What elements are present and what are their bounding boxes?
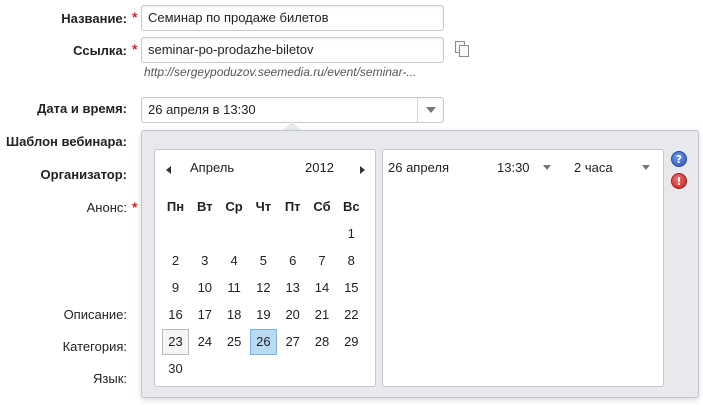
chevron-down-icon[interactable]: [417, 98, 443, 122]
datetime-value: 26 апреля в 13:30: [148, 102, 256, 117]
remove-icon[interactable]: !: [671, 173, 687, 189]
calendar-day[interactable]: 2: [162, 248, 189, 274]
calendar-day[interactable]: 30: [162, 356, 189, 382]
calendar-day[interactable]: 13: [279, 275, 306, 301]
calendar-day[interactable]: 12: [250, 275, 277, 301]
language-label: Язык:: [93, 371, 127, 386]
description-label: Описание:: [63, 307, 127, 322]
organizer-label: Организатор:: [40, 167, 127, 182]
name-label: Название:: [61, 11, 127, 26]
calendar-year: 2012: [305, 160, 334, 175]
calendar-day[interactable]: 7: [309, 248, 336, 274]
weekday-header: Сб: [313, 199, 331, 214]
calendar-day[interactable]: 18: [221, 302, 248, 328]
template-label: Шаблон вебинара:: [6, 134, 127, 149]
weekday-header: Пн: [166, 199, 185, 214]
required-mark: *: [132, 199, 138, 215]
link-label: Ссылка:: [73, 43, 127, 58]
announce-label: Анонс:: [86, 200, 127, 215]
calendar-day[interactable]: 15: [338, 275, 365, 301]
calendar-day[interactable]: 22: [338, 302, 365, 328]
calendar-day[interactable]: 3: [191, 248, 218, 274]
calendar-day[interactable]: 21: [309, 302, 336, 328]
calendar-day[interactable]: 28: [309, 329, 336, 355]
calendar-day[interactable]: 8: [338, 248, 365, 274]
prev-month-icon[interactable]: [166, 166, 171, 174]
calendar-day[interactable]: 27: [279, 329, 306, 355]
calendar-day[interactable]: 26: [249, 329, 277, 355]
required-mark: *: [132, 41, 138, 57]
copy-icon[interactable]: [455, 41, 469, 57]
calendar-day[interactable]: 4: [221, 248, 248, 274]
datetime-select[interactable]: 26 апреля в 13:30: [141, 97, 444, 123]
link-url-hint: http://sergeypoduzov.seemedia.ru/event/s…: [144, 65, 417, 79]
calendar-day[interactable]: 5: [250, 248, 277, 274]
time-entry-panel: 26 апреля 13:30 2 часа: [382, 149, 664, 387]
calendar-day[interactable]: 20: [279, 302, 306, 328]
calendar-day[interactable]: 29: [338, 329, 365, 355]
weekday-header: Пт: [284, 199, 301, 214]
weekday-header: Чт: [255, 199, 272, 214]
calendar-day[interactable]: 1: [338, 221, 365, 247]
calendar-day[interactable]: 11: [221, 275, 248, 301]
weekday-header: Вс: [342, 199, 360, 214]
calendar-day[interactable]: 24: [191, 329, 218, 355]
duration-dropdown-icon[interactable]: [642, 165, 650, 170]
calendar-day[interactable]: 23: [162, 329, 189, 355]
time-entry-duration[interactable]: 2 часа: [574, 160, 613, 175]
help-icon[interactable]: ?: [671, 151, 687, 167]
calendar-day[interactable]: 17: [191, 302, 218, 328]
calendar-day[interactable]: 14: [309, 275, 336, 301]
calendar-day[interactable]: 6: [279, 248, 306, 274]
weekday-header: Ср: [225, 199, 243, 214]
datetime-popup: Апрель 2012 Пн Вт Ср Чт Пт Сб Вс 1 2 3 4 5 6 7 8 9 10 11 1…: [141, 130, 699, 398]
link-field[interactable]: seminar-po-prodazhe-biletov: [141, 37, 444, 63]
time-dropdown-icon[interactable]: [543, 165, 551, 170]
required-mark: *: [132, 9, 138, 25]
name-field[interactable]: Семинар по продаже билетов: [141, 5, 444, 31]
calendar-day[interactable]: 19: [250, 302, 277, 328]
calendar: Апрель 2012 Пн Вт Ср Чт Пт Сб Вс 1 2 3 4 5 6 7 8 9 10 11 1…: [154, 149, 376, 387]
datetime-label: Дата и время:: [37, 101, 127, 116]
category-label: Категория:: [62, 339, 127, 354]
calendar-day[interactable]: 9: [162, 275, 189, 301]
weekday-header: Вт: [197, 199, 213, 214]
calendar-day[interactable]: 10: [191, 275, 218, 301]
next-month-icon[interactable]: [360, 166, 365, 174]
time-entry-time[interactable]: 13:30: [497, 160, 530, 175]
calendar-day[interactable]: 16: [162, 302, 189, 328]
calendar-day[interactable]: 25: [221, 329, 248, 355]
calendar-month: Апрель: [190, 160, 235, 175]
time-entry-date[interactable]: 26 апреля: [388, 160, 449, 175]
